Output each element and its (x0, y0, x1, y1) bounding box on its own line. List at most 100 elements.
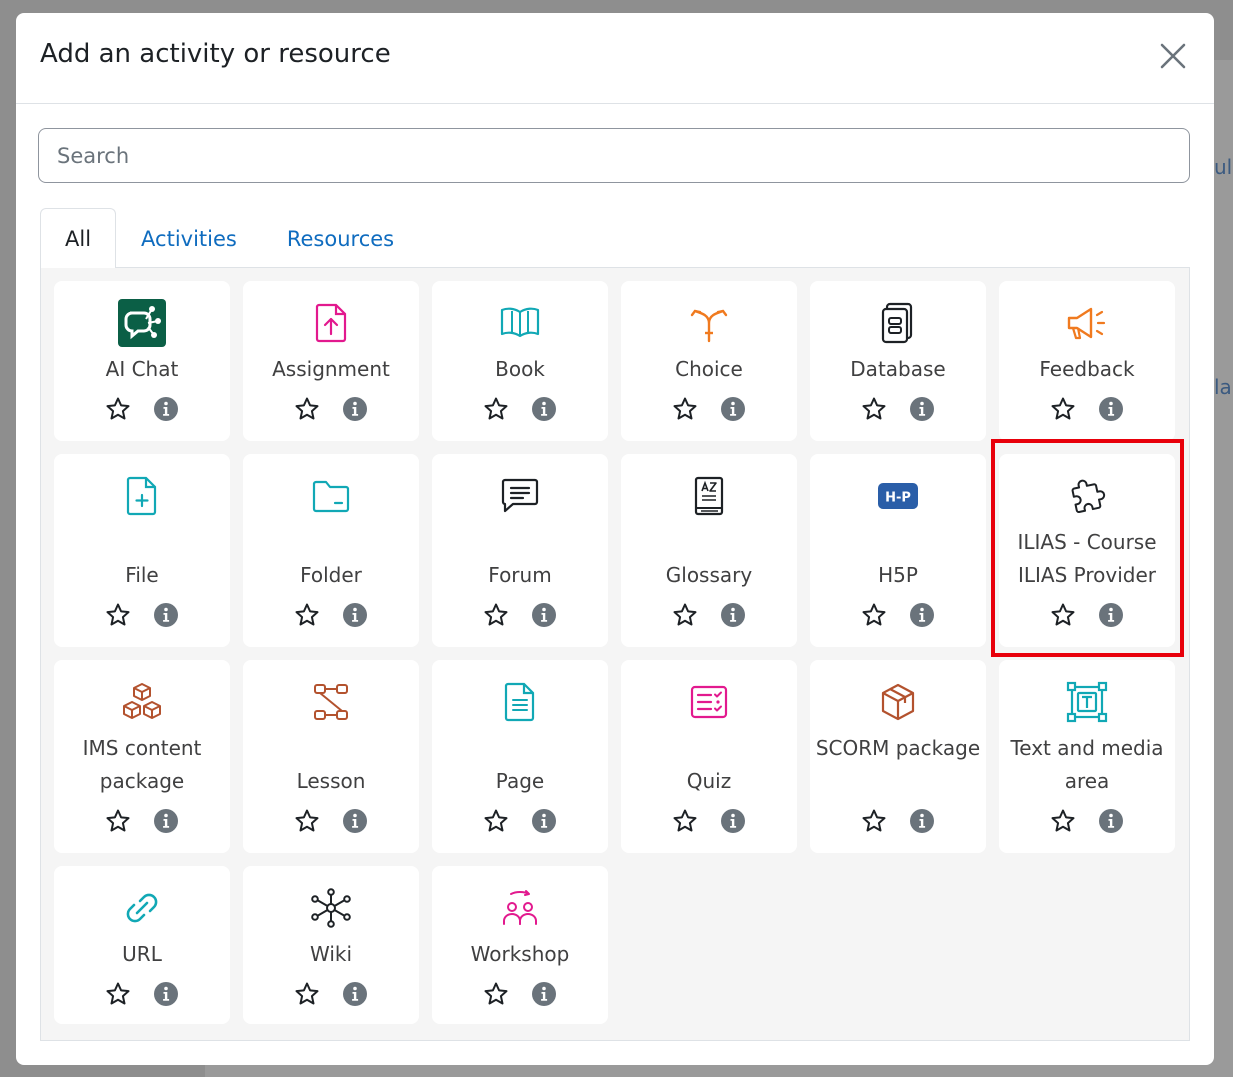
star-button[interactable] (483, 602, 509, 628)
module-card-file[interactable]: File (54, 454, 230, 647)
dialog-header: Add an activity or resource (16, 13, 1214, 104)
info-icon (1099, 809, 1123, 833)
module-card-forum[interactable]: Forum (432, 454, 608, 647)
info-button[interactable] (909, 396, 935, 422)
star-button[interactable] (861, 808, 887, 834)
module-card-ims-package[interactable]: IMS content package (54, 660, 230, 853)
module-card-page[interactable]: Page (432, 660, 608, 853)
info-button[interactable] (909, 808, 935, 834)
module-card-quiz[interactable]: Quiz (621, 660, 797, 853)
star-button[interactable] (294, 981, 320, 1007)
module-card-ai-chat[interactable]: AI Chat (54, 281, 230, 441)
info-button[interactable] (1098, 808, 1124, 834)
info-icon (154, 982, 178, 1006)
star-button[interactable] (672, 602, 698, 628)
star-button[interactable] (294, 602, 320, 628)
info-button[interactable] (153, 808, 179, 834)
search-container (38, 128, 1190, 183)
info-button[interactable] (531, 981, 557, 1007)
info-icon (721, 397, 745, 421)
star-button[interactable] (861, 396, 887, 422)
star-button[interactable] (483, 981, 509, 1007)
star-button[interactable] (105, 396, 131, 422)
info-button[interactable] (1098, 396, 1124, 422)
tab-resources[interactable]: Resources (262, 208, 419, 268)
star-button[interactable] (1050, 808, 1076, 834)
star-button[interactable] (483, 396, 509, 422)
module-card-choice[interactable]: Choice (621, 281, 797, 441)
module-card-workshop[interactable]: Workshop (432, 866, 608, 1024)
info-button[interactable] (342, 602, 368, 628)
info-icon (910, 397, 934, 421)
info-icon (721, 603, 745, 627)
module-name: SCORM package (815, 736, 981, 760)
tab-activities[interactable]: Activities (116, 208, 262, 268)
info-icon (154, 397, 178, 421)
info-button[interactable] (531, 602, 557, 628)
star-icon (862, 809, 886, 832)
scorm-icon (810, 677, 986, 727)
module-name: File (125, 563, 159, 587)
info-button[interactable] (720, 808, 746, 834)
activity-chooser-dialog: Add an activity or resource All Activiti… (16, 13, 1214, 1065)
module-name: Quiz (686, 769, 732, 793)
module-card-database[interactable]: Database (810, 281, 986, 441)
star-button[interactable] (1050, 396, 1076, 422)
info-icon (343, 982, 367, 1006)
search-input[interactable] (38, 128, 1190, 183)
star-button[interactable] (105, 981, 131, 1007)
glossary-icon (621, 471, 797, 521)
info-button[interactable] (153, 981, 179, 1007)
info-icon (910, 809, 934, 833)
info-button[interactable] (342, 981, 368, 1007)
module-card-lesson[interactable]: Lesson (243, 660, 419, 853)
module-card-ilias-course[interactable]: ILIAS - Course ILIAS Provider (999, 454, 1175, 647)
info-button[interactable] (153, 396, 179, 422)
background-text-fragment: la (1214, 375, 1232, 399)
tab-all[interactable]: All (40, 208, 117, 268)
star-button[interactable] (294, 808, 320, 834)
star-button[interactable] (105, 602, 131, 628)
module-card-scorm[interactable]: SCORM package (810, 660, 986, 853)
module-card-glossary[interactable]: Glossary (621, 454, 797, 647)
info-button[interactable] (342, 396, 368, 422)
star-button[interactable] (672, 396, 698, 422)
close-button[interactable] (1156, 39, 1190, 73)
feedback-icon (999, 298, 1175, 348)
info-button[interactable] (153, 602, 179, 628)
star-icon (862, 397, 886, 420)
star-button[interactable] (105, 808, 131, 834)
info-button[interactable] (342, 808, 368, 834)
star-button[interactable] (294, 396, 320, 422)
module-card-text-media[interactable]: Text and media area (999, 660, 1175, 853)
star-button[interactable] (672, 808, 698, 834)
star-button[interactable] (483, 808, 509, 834)
star-button[interactable] (1050, 602, 1076, 628)
info-button[interactable] (531, 396, 557, 422)
info-button[interactable] (1098, 602, 1124, 628)
dialog-title: Add an activity or resource (40, 39, 391, 69)
module-card-h5p[interactable]: H-P H5P (810, 454, 986, 647)
info-button[interactable] (909, 602, 935, 628)
module-card-feedback[interactable]: Feedback (999, 281, 1175, 441)
info-button[interactable] (720, 396, 746, 422)
module-card-assignment[interactable]: Assignment (243, 281, 419, 441)
info-icon (910, 603, 934, 627)
star-icon (295, 603, 319, 626)
module-name: Database (850, 357, 946, 381)
database-icon (810, 298, 986, 348)
info-button[interactable] (720, 602, 746, 628)
module-name: Choice (675, 357, 743, 381)
star-icon (673, 397, 697, 420)
module-name: Glossary (665, 563, 753, 587)
module-card-wiki[interactable]: Wiki (243, 866, 419, 1024)
module-card-folder[interactable]: Folder (243, 454, 419, 647)
star-button[interactable] (861, 602, 887, 628)
module-card-book[interactable]: Book (432, 281, 608, 441)
star-icon (673, 603, 697, 626)
info-button[interactable] (531, 808, 557, 834)
module-name: AI Chat (105, 357, 179, 381)
module-name: Lesson (296, 769, 366, 793)
info-icon (154, 603, 178, 627)
module-card-url[interactable]: URL (54, 866, 230, 1024)
